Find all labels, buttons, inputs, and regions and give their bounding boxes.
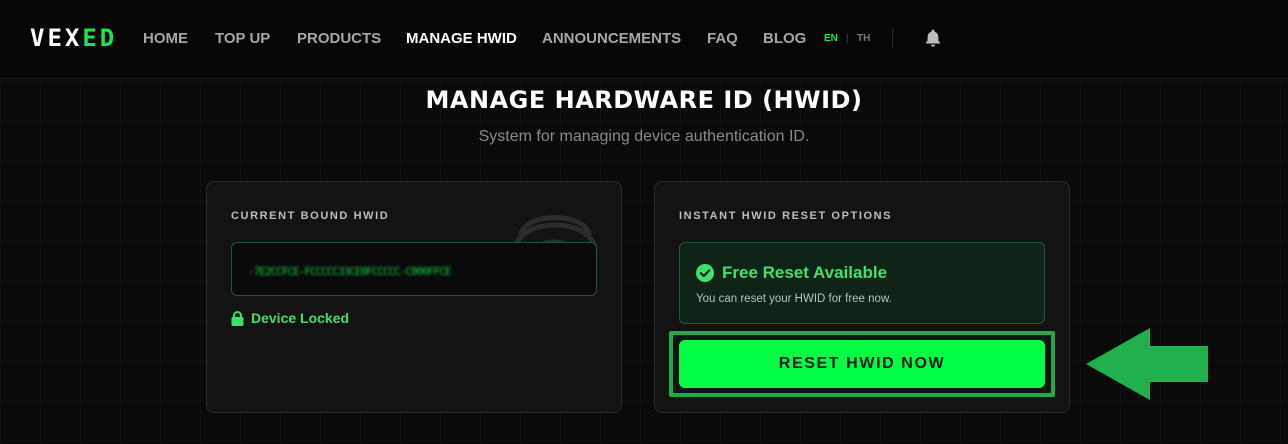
nav-faq[interactable]: FAQ xyxy=(707,30,738,47)
current-hwid-heading: CURRENT BOUND HWID xyxy=(231,210,390,222)
page-subtitle: System for managing device authenticatio… xyxy=(478,128,810,145)
nav-top-up[interactable]: TOP UP xyxy=(215,30,270,47)
nav-announcements[interactable]: ANNOUNCEMENTS xyxy=(542,30,681,47)
reset-hwid-button[interactable]: RESET HWID NOW xyxy=(679,340,1045,388)
hwid-value-box[interactable]: -7E2CCFCE-FCCCCC33CE0FCCCCC-C000FFCE xyxy=(231,242,597,296)
device-locked-status: Device Locked xyxy=(231,310,349,326)
nav-blog[interactable]: BLOG xyxy=(763,30,806,47)
check-circle-icon xyxy=(696,264,714,282)
free-reset-description: You can reset your HWID for free now. xyxy=(696,293,892,305)
free-reset-title-text: Free Reset Available xyxy=(722,263,888,282)
reset-options-heading: INSTANT HWID RESET OPTIONS xyxy=(679,210,893,222)
nav-manage-hwid[interactable]: MANAGE HWID xyxy=(406,30,517,47)
logo-text-accent: ED xyxy=(82,24,118,52)
nav-home[interactable]: HOME xyxy=(143,30,188,47)
language-separator: | xyxy=(846,33,849,44)
language-en[interactable]: EN xyxy=(824,33,838,44)
bell-icon[interactable] xyxy=(923,28,943,48)
device-locked-label: Device Locked xyxy=(251,310,350,326)
pointer-arrow-icon xyxy=(1084,326,1210,402)
free-reset-notice: Free Reset Available You can reset your … xyxy=(679,242,1045,324)
free-reset-title: Free Reset Available xyxy=(696,263,887,283)
nav-divider xyxy=(892,29,893,47)
current-hwid-card: CURRENT BOUND HWID -7E2CCFCE-FCCCCC33CE0… xyxy=(206,181,622,413)
nav-products[interactable]: PRODUCTS xyxy=(297,30,381,47)
hwid-value: -7E2CCFCE-FCCCCC33CE0FCCCCC-C000FFCE xyxy=(248,265,451,278)
language-th[interactable]: TH xyxy=(857,33,870,44)
lock-icon xyxy=(231,310,244,326)
page-title: MANAGE HARDWARE ID (HWID) xyxy=(425,86,863,114)
logo-text-main: VEX xyxy=(30,24,83,52)
top-navbar: VEXED HOME TOP UP PRODUCTS MANAGE HWID A… xyxy=(0,0,1288,79)
reset-options-card: INSTANT HWID RESET OPTIONS Free Reset Av… xyxy=(654,181,1070,413)
brand-logo[interactable]: VEXED xyxy=(30,24,117,52)
